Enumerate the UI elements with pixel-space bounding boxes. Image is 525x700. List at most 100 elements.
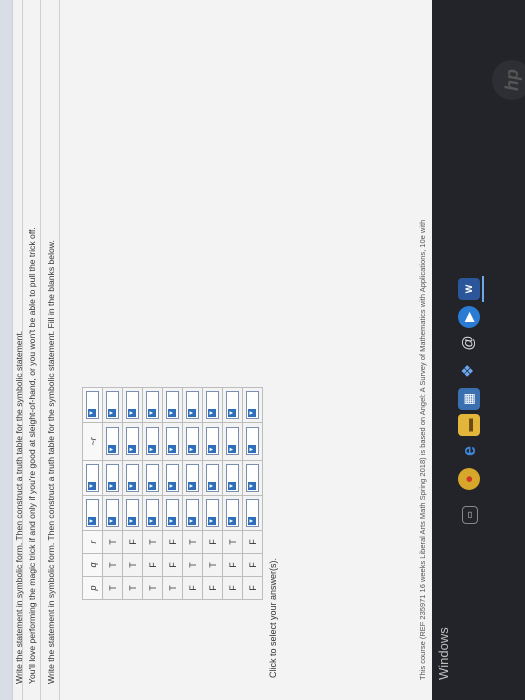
answer-cell[interactable]: ▼ (142, 422, 163, 461)
truth-value-dropdown[interactable]: ▼ (186, 464, 199, 492)
truth-value-dropdown[interactable]: ▼ (146, 499, 159, 527)
answer-cell[interactable]: ▼ (122, 422, 143, 461)
store-icon[interactable]: ▦ (458, 388, 480, 410)
answer-cell[interactable]: ▼ (182, 460, 203, 496)
chevron-down-icon: ▼ (248, 482, 256, 490)
answer-cell[interactable]: ▼ (182, 422, 203, 461)
answer-cell[interactable]: ▼ (102, 422, 123, 461)
cell-p: F (202, 576, 223, 600)
answer-cell[interactable]: ▼ (222, 422, 243, 461)
answer-cell[interactable]: ▼ (242, 422, 263, 461)
mail-icon[interactable]: @ (458, 332, 480, 354)
chevron-down-icon: ▼ (208, 482, 216, 490)
answer-cell[interactable]: ▼ (122, 387, 143, 423)
truth-value-dropdown[interactable]: ▼ (186, 499, 199, 527)
word-icon[interactable]: W (458, 278, 480, 300)
dropbox-icon[interactable]: ❖ (458, 360, 480, 382)
header-select-3[interactable]: ▼ (82, 387, 103, 423)
chevron-down-icon: ▼ (108, 517, 116, 525)
answer-cell[interactable]: ▼ (202, 460, 223, 496)
truth-value-dropdown[interactable]: ▼ (166, 391, 179, 419)
truth-value-dropdown[interactable]: ▼ (126, 391, 139, 419)
edge-icon[interactable]: e (458, 440, 480, 462)
answer-cell[interactable]: ▼ (162, 460, 183, 496)
cell-r: F (162, 530, 183, 554)
answer-cell[interactable]: ▼ (202, 387, 223, 423)
task-view-icon[interactable]: ▭ (462, 506, 478, 524)
truth-value-dropdown[interactable]: ▼ (206, 499, 219, 527)
header-dropdown[interactable]: ▼ (86, 464, 99, 492)
truth-value-dropdown[interactable]: ▼ (146, 427, 159, 456)
cell-q: T (182, 553, 203, 577)
truth-table: p q r ▼ ▼ ~r ▼ T T T ▼ ▼ ▼ ▼ T T F ▼ ▼ ▼ ▼ T F T ▼ ▼ ▼ ▼ T F F ▼… (82, 387, 263, 600)
chevron-down-icon: ▼ (88, 482, 96, 490)
answer-cell[interactable]: ▼ (162, 422, 183, 461)
cell-q: F (162, 553, 183, 577)
cell-r: T (222, 530, 243, 554)
cell-r: F (202, 530, 223, 554)
answer-cell[interactable]: ▼ (202, 422, 223, 461)
truth-value-dropdown[interactable]: ▼ (166, 499, 179, 527)
truth-value-dropdown[interactable]: ▼ (226, 464, 239, 492)
answer-cell[interactable]: ▼ (102, 495, 123, 531)
truth-value-dropdown[interactable]: ▼ (106, 464, 119, 492)
answer-cell[interactable]: ▼ (102, 387, 123, 423)
chevron-down-icon: ▼ (228, 445, 236, 454)
truth-value-dropdown[interactable]: ▼ (246, 391, 259, 419)
truth-value-dropdown[interactable]: ▼ (246, 464, 259, 492)
answer-cell[interactable]: ▼ (162, 387, 183, 423)
truth-value-dropdown[interactable]: ▼ (106, 427, 119, 456)
truth-value-dropdown[interactable]: ▼ (146, 391, 159, 419)
cell-q: F (242, 553, 263, 577)
chevron-down-icon: ▼ (188, 445, 196, 454)
truth-value-dropdown[interactable]: ▼ (126, 427, 139, 456)
answer-cell[interactable]: ▼ (202, 495, 223, 531)
answer-cell[interactable]: ▼ (222, 460, 243, 496)
answer-cell[interactable]: ▼ (222, 387, 243, 423)
truth-value-dropdown[interactable]: ▼ (206, 391, 219, 419)
answer-cell[interactable]: ▼ (142, 495, 163, 531)
truth-value-dropdown[interactable]: ▼ (126, 464, 139, 492)
truth-value-dropdown[interactable]: ▼ (146, 464, 159, 492)
answer-cell[interactable]: ▼ (182, 495, 203, 531)
truth-value-dropdown[interactable]: ▼ (246, 427, 259, 456)
file-explorer-icon[interactable]: ▬ (458, 414, 480, 436)
truth-value-dropdown[interactable]: ▼ (226, 391, 239, 419)
header-dropdown[interactable]: ▼ (86, 499, 99, 527)
chevron-down-icon: ▼ (228, 482, 236, 490)
answer-cell[interactable]: ▼ (242, 387, 263, 423)
answer-cell[interactable]: ▼ (162, 495, 183, 531)
truth-value-dropdown[interactable]: ▼ (226, 499, 239, 527)
answer-cell[interactable]: ▼ (142, 387, 163, 423)
truth-value-dropdown[interactable]: ▼ (206, 427, 219, 456)
answer-cell[interactable]: ▼ (122, 460, 143, 496)
photographed-screen: Write the statement in symbolic form. Th… (0, 0, 525, 700)
cell-q: T (202, 553, 223, 577)
header-dropdown[interactable]: ▼ (86, 391, 99, 419)
answer-cell[interactable]: ▼ (182, 387, 203, 423)
answer-cell[interactable]: ▼ (142, 460, 163, 496)
answer-cell[interactable]: ▼ (222, 495, 243, 531)
truth-value-dropdown[interactable]: ▼ (186, 391, 199, 419)
truth-value-dropdown[interactable]: ▼ (166, 464, 179, 492)
cell-p: T (122, 576, 143, 600)
truth-value-dropdown[interactable]: ▼ (106, 499, 119, 527)
header-select-1[interactable]: ▼ (82, 495, 103, 531)
truth-value-dropdown[interactable]: ▼ (206, 464, 219, 492)
answer-cell[interactable]: ▼ (102, 460, 123, 496)
answer-cell[interactable]: ▼ (242, 460, 263, 496)
chevron-down-icon: ▼ (208, 517, 216, 525)
answer-cell[interactable]: ▼ (122, 495, 143, 531)
media-player-icon[interactable]: ▶ (458, 306, 480, 328)
truth-value-dropdown[interactable]: ▼ (226, 427, 239, 456)
answer-cell[interactable]: ▼ (242, 495, 263, 531)
truth-value-dropdown[interactable]: ▼ (186, 427, 199, 456)
header-p: p (82, 576, 103, 600)
truth-value-dropdown[interactable]: ▼ (246, 499, 259, 527)
truth-value-dropdown[interactable]: ▼ (166, 427, 179, 456)
chrome-icon[interactable]: ● (458, 468, 480, 490)
truth-table-row: F F T ▼ ▼ ▼ ▼ (222, 387, 243, 600)
header-select-2[interactable]: ▼ (82, 460, 103, 496)
truth-value-dropdown[interactable]: ▼ (126, 499, 139, 527)
truth-value-dropdown[interactable]: ▼ (106, 391, 119, 419)
